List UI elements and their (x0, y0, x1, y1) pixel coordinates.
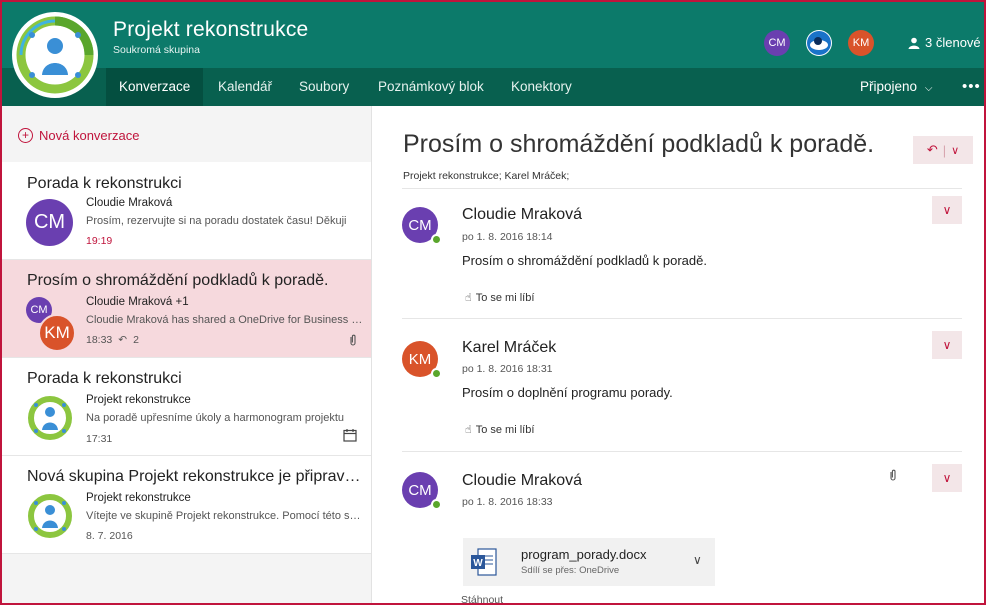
item-title: Prosím o shromáždění podkladů k poradě. (27, 272, 329, 289)
group-logo-icon (26, 492, 74, 540)
online-status-icon (431, 368, 442, 379)
like-label: To se mi líbí (475, 291, 535, 304)
reply-count: 2 (133, 334, 139, 346)
word-document-icon: W (471, 548, 497, 576)
online-status-icon (431, 234, 442, 245)
chevron-down-icon: ∨ (942, 471, 952, 485)
message-date: po 1. 8. 2016 18:31 (462, 363, 553, 375)
like-button[interactable]: ☝ To se mi líbí (465, 291, 535, 305)
tab-konektory[interactable]: Konektory (498, 68, 585, 106)
calendar-icon (343, 429, 357, 442)
new-conversation-button[interactable]: + Nová konverzace (18, 128, 139, 143)
item-avatar-front: KM (38, 314, 76, 352)
chevron-down-icon: ∨ (942, 338, 952, 352)
message-author[interactable]: Cloudie Mraková (462, 206, 582, 224)
member-avatar-photo[interactable] (806, 30, 832, 56)
item-avatar: CM (26, 199, 73, 246)
tab-konverzace[interactable]: Konverzace (106, 68, 204, 106)
message-date: po 1. 8. 2016 18:33 (462, 496, 553, 508)
more-options-button[interactable]: ••• (962, 68, 981, 106)
message-body: Prosím o shromáždění podkladů k poradě. (462, 253, 707, 268)
message-author[interactable]: Cloudie Mraková (462, 472, 582, 490)
item-sender: Cloudie Mraková +1 (86, 296, 189, 308)
message-options-button[interactable]: ∨ (932, 196, 962, 224)
group-logo (12, 12, 98, 98)
message-card: CM Cloudie Mraková po 1. 8. 2016 18:14 P… (402, 188, 962, 318)
paperclip-icon (350, 334, 356, 346)
tab-kalendar[interactable]: Kalendář (205, 68, 285, 106)
message-options-button[interactable]: ∨ (932, 331, 962, 359)
group-logo-icon (26, 394, 74, 442)
thumbs-up-icon: ☝ (465, 424, 472, 436)
item-preview: Vítejte ve skupině Projekt rekonstrukce.… (86, 510, 364, 522)
plus-circle-icon: + (18, 128, 33, 143)
members-button[interactable]: 3 členové (908, 35, 981, 50)
conversation-list: + Nová konverzace Porada k rekonstrukci … (2, 106, 372, 603)
item-time: 19:19 (86, 235, 113, 247)
member-avatar-km[interactable]: KM (848, 30, 874, 56)
message-author[interactable]: Karel Mráček (462, 339, 556, 357)
tab-soubory[interactable]: Soubory (286, 68, 362, 106)
chevron-down-icon: ∨ (951, 144, 960, 157)
item-title: Porada k rekonstrukci (27, 370, 182, 387)
list-item[interactable]: Porada k rekonstrukci CM Cloudie Mraková… (2, 162, 371, 260)
thumbs-up-icon: ☝ (465, 292, 472, 304)
list-item[interactable]: Porada k rekonstrukci Projekt rekonstruk… (2, 358, 371, 456)
separator: | (942, 142, 947, 158)
item-preview: Na poradě upřesníme úkoly a harmonogram … (86, 412, 345, 424)
thread-recipients: Projekt rekonstrukce; Karel Mráček; (403, 170, 570, 182)
reply-all-icon: ↶ (926, 142, 938, 157)
item-preview: Prosím, rezervujte si na poradu dostatek… (86, 215, 347, 227)
item-sender: Projekt rekonstrukce (86, 492, 191, 504)
reply-all-button[interactable]: ↶ | ∨ (913, 136, 973, 164)
attachment-name: program_porady.docx (521, 547, 647, 562)
group-logo-icon (16, 16, 94, 94)
group-subtitle: Soukromá skupina (113, 44, 200, 56)
message-date: po 1. 8. 2016 18:14 (462, 231, 553, 243)
item-sender: Projekt rekonstrukce (86, 394, 191, 406)
item-sender: Cloudie Mraková (86, 197, 173, 209)
member-avatar-cm[interactable]: CM (764, 30, 790, 56)
thread-pane: Prosím o shromáždění podkladů k poradě. … (373, 106, 984, 603)
item-preview: Cloudie Mraková has shared a OneDrive fo… (86, 314, 364, 326)
list-item[interactable]: Nová skupina Projekt rekonstrukce je při… (2, 456, 371, 554)
attachment-chevron-icon[interactable]: ∨ (693, 553, 702, 567)
item-time: 8. 7. 2016 (86, 530, 133, 542)
members-count: 3 členové (925, 35, 981, 50)
group-title[interactable]: Projekt rekonstrukce (113, 18, 308, 42)
reply-icon: ↶ (118, 334, 128, 346)
connected-dropdown[interactable]: Připojeno ⌵ (860, 68, 932, 106)
like-button[interactable]: ☝ To se mi líbí (465, 423, 535, 437)
tab-bar: Konverzace Kalendář Soubory Poznámkový b… (2, 68, 984, 106)
member-photo-icon (807, 31, 831, 55)
download-link[interactable]: Stáhnout (461, 594, 503, 603)
item-title: Nová skupina Projekt rekonstrukce je při… (27, 468, 362, 485)
app-window: Projekt rekonstrukce Soukromá skupina CM… (0, 0, 986, 605)
new-conversation-label: Nová konverzace (39, 128, 140, 143)
chevron-down-icon: ∨ (942, 203, 952, 217)
item-meta: 18:33 ↶ 2 (86, 334, 139, 346)
svg-text:W: W (473, 558, 483, 569)
online-status-icon (431, 499, 442, 510)
item-time: 17:31 (86, 433, 113, 445)
thread-subject: Prosím o shromáždění podkladů k poradě. (403, 130, 875, 158)
person-icon (908, 37, 920, 49)
attachment-card[interactable]: W program_porady.docx Sdílí se přes: One… (463, 538, 715, 586)
connected-label: Připojeno (860, 79, 918, 94)
attachment-share-info: Sdílí se přes: OneDrive (521, 565, 620, 576)
item-time: 18:33 (86, 334, 113, 346)
chevron-down-icon: ⌵ (924, 83, 933, 94)
tab-poznamkovy-blok[interactable]: Poznámkový blok (365, 68, 497, 106)
message-card: KM Karel Mráček po 1. 8. 2016 18:31 Pros… (402, 318, 962, 451)
paperclip-icon (890, 469, 896, 481)
like-label: To se mi líbí (475, 423, 535, 436)
group-header: Projekt rekonstrukce Soukromá skupina CM… (2, 2, 984, 68)
message-body: Prosím o doplnění programu porady. (462, 385, 673, 400)
item-title: Porada k rekonstrukci (27, 175, 182, 192)
list-item-selected[interactable]: Prosím o shromáždění podkladů k poradě. … (2, 260, 371, 358)
message-options-button[interactable]: ∨ (932, 464, 962, 492)
